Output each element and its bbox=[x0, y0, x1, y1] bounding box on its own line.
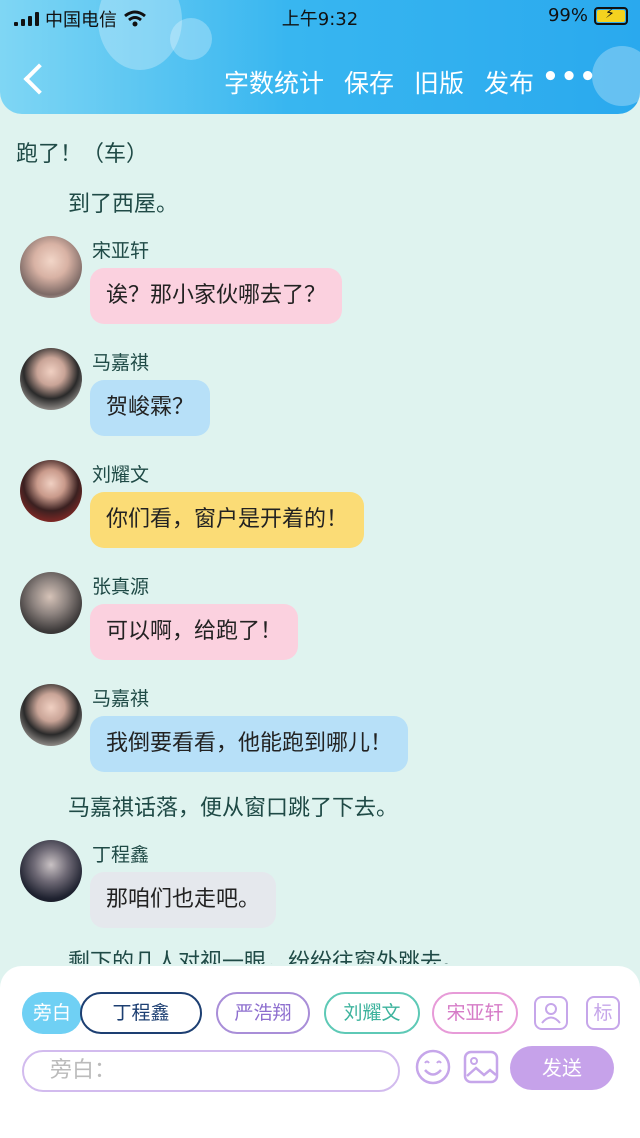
narration: 马嘉祺话落，便从窗口跳了下去。 bbox=[68, 796, 399, 821]
avatar[interactable] bbox=[20, 572, 82, 634]
message-input[interactable]: 旁白： bbox=[22, 1050, 400, 1092]
emoji-icon[interactable] bbox=[414, 1048, 452, 1086]
speaker-name: 张真源 bbox=[92, 576, 150, 598]
role-chip-liu[interactable]: 刘耀文 bbox=[324, 992, 420, 1034]
avatar[interactable] bbox=[20, 840, 82, 902]
battery-percent: 99% bbox=[547, 5, 588, 26]
save-button[interactable]: 保存 bbox=[344, 64, 394, 100]
publish-button[interactable]: 发布 bbox=[484, 64, 534, 100]
avatar[interactable] bbox=[20, 236, 82, 298]
message-bubble[interactable]: 可以啊，给跑了！ bbox=[90, 604, 299, 660]
app-header: 中国电信 上午9:32 99% ⚡ 字数统计 保存 旧版 发布 ••• bbox=[0, 0, 640, 114]
speaker-name: 丁程鑫 bbox=[92, 844, 150, 866]
avatar[interactable] bbox=[20, 460, 82, 522]
nav-actions: 字数统计 保存 旧版 发布 bbox=[224, 64, 534, 100]
chat-area[interactable]: 跑了！（车） 到了西屋。 宋亚轩 诶？那小家伙哪去了？ 马嘉祺 贺峻霖？ 刘耀文… bbox=[0, 114, 640, 964]
tag-icon[interactable]: 标 bbox=[586, 996, 620, 1030]
image-icon[interactable] bbox=[462, 1048, 500, 1086]
compose-panel: 旁白 丁程鑫 严浩翔 刘耀文 宋亚轩 标 旁白： 发送 bbox=[0, 966, 640, 1138]
word-count-button[interactable]: 字数统计 bbox=[224, 64, 324, 100]
speaker-name: 宋亚轩 bbox=[92, 240, 150, 262]
speaker-name: 马嘉祺 bbox=[92, 688, 150, 710]
status-time: 上午9:32 bbox=[281, 9, 359, 30]
narration: 跑了！（车） bbox=[16, 142, 149, 167]
narration: 到了西屋。 bbox=[68, 192, 179, 217]
character-icon[interactable] bbox=[534, 996, 568, 1030]
nav-bar: 字数统计 保存 旧版 发布 ••• bbox=[0, 52, 640, 108]
narration: 剩下的几人对视一眼，纷纷往窗外跳去。 bbox=[68, 950, 465, 964]
message-bubble[interactable]: 诶？那小家伙哪去了？ bbox=[90, 268, 343, 324]
battery: 99% ⚡ bbox=[548, 5, 628, 26]
battery-icon: ⚡ bbox=[594, 6, 628, 25]
speaker-name: 刘耀文 bbox=[92, 464, 150, 486]
more-icon[interactable]: ••• bbox=[542, 62, 598, 92]
status-bar: 中国电信 上午9:32 99% ⚡ bbox=[0, 0, 640, 34]
avatar[interactable] bbox=[20, 348, 82, 410]
role-chip-narration[interactable]: 旁白 bbox=[22, 992, 82, 1034]
speaker-name: 马嘉祺 bbox=[92, 352, 150, 374]
role-chip-yan[interactable]: 严浩翔 bbox=[216, 992, 310, 1034]
avatar[interactable] bbox=[20, 684, 82, 746]
message-bubble[interactable]: 贺峻霖？ bbox=[90, 380, 211, 436]
role-chip-ding[interactable]: 丁程鑫 bbox=[80, 992, 202, 1034]
back-icon[interactable] bbox=[22, 62, 46, 96]
old-version-button[interactable]: 旧版 bbox=[414, 64, 464, 100]
message-bubble[interactable]: 那咱们也走吧。 bbox=[90, 872, 277, 928]
role-chip-song[interactable]: 宋亚轩 bbox=[432, 992, 518, 1034]
message-bubble[interactable]: 我倒要看看，他能跑到哪儿！ bbox=[90, 716, 409, 772]
message-bubble[interactable]: 你们看，窗户是开着的！ bbox=[90, 492, 365, 548]
send-button[interactable]: 发送 bbox=[510, 1046, 614, 1090]
